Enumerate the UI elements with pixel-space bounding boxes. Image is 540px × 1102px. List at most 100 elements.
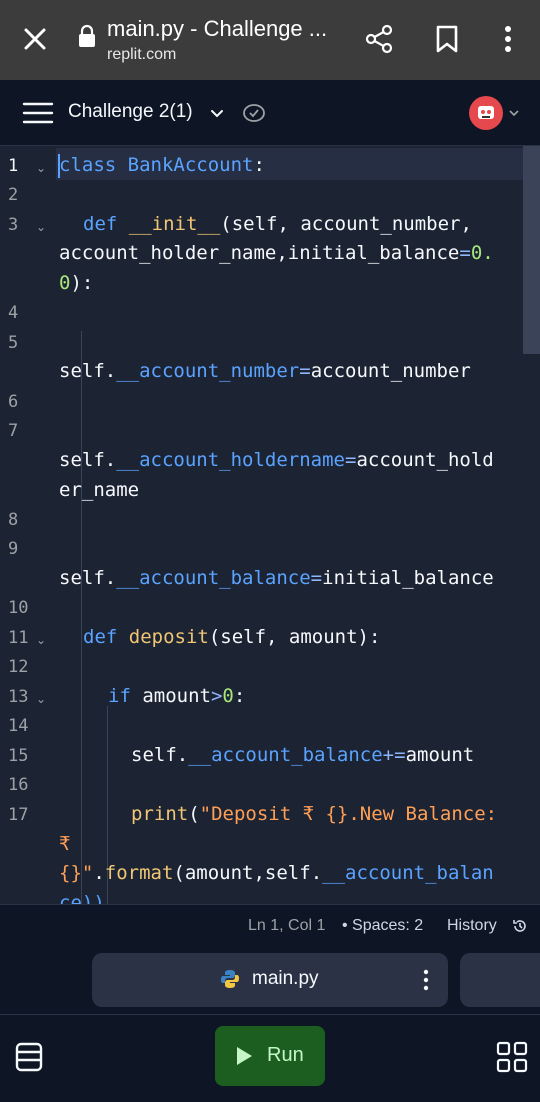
file-tab-next[interactable] xyxy=(460,953,540,1007)
code-token: __account_balan xyxy=(322,862,494,884)
line-number: 15 xyxy=(8,746,29,766)
avatar-face-icon xyxy=(478,106,494,119)
indent-spaces-setting[interactable]: • Spaces: 2 xyxy=(342,917,423,935)
file-tab-label: main.py xyxy=(252,968,319,989)
run-button[interactable]: Run xyxy=(215,1026,325,1086)
tab-more-icon[interactable] xyxy=(416,967,436,993)
code-token: print xyxy=(131,803,189,825)
code-line: def __init__(self, account_number, xyxy=(83,213,472,235)
hamburger-menu-icon[interactable] xyxy=(22,100,54,126)
code-token: 0. xyxy=(470,242,494,264)
code-line: 0): xyxy=(59,272,93,294)
browser-page-title[interactable]: main.py - Challenge ... xyxy=(107,16,327,42)
line-number: 17 xyxy=(8,805,29,825)
code-token: : xyxy=(233,685,246,707)
line-number: 14 xyxy=(8,716,29,736)
line-number: 12 xyxy=(8,657,29,677)
editor-scrollbar[interactable] xyxy=(523,146,540,354)
code-token: {}" xyxy=(59,862,94,884)
code-token: self. xyxy=(59,449,117,471)
bottom-toolbar: Run xyxy=(0,1014,540,1102)
close-icon[interactable] xyxy=(20,24,50,54)
code-token: __account_balance xyxy=(188,744,383,766)
code-token: ): xyxy=(70,272,94,294)
bookmark-icon[interactable] xyxy=(434,24,460,54)
share-icon[interactable] xyxy=(364,24,394,54)
verified-badge-icon[interactable] xyxy=(242,102,266,124)
code-token: def xyxy=(83,626,118,648)
code-token: __init__ xyxy=(117,213,221,235)
code-token: def xyxy=(83,213,118,235)
code-token: "Deposit ₹ {}.New Balance: xyxy=(199,803,498,825)
code-token: er_name xyxy=(59,479,140,501)
avatar-chevron-down-icon[interactable] xyxy=(507,106,521,120)
code-token: = xyxy=(344,449,357,471)
code-editor[interactable]: 1 2 3 4 5 6 7 8 9 10 11 12 13 14 15 16 1… xyxy=(0,146,540,904)
code-token: initial_balance xyxy=(322,567,494,589)
history-button[interactable]: History xyxy=(447,917,497,935)
cursor-position[interactable]: Ln 1, Col 1 xyxy=(248,917,325,935)
fold-chevron-icon[interactable]: ⌄ xyxy=(36,633,46,647)
code-token: amount xyxy=(130,685,211,707)
code-token: account_number xyxy=(310,360,471,382)
fold-chevron-icon[interactable]: ⌄ xyxy=(36,220,46,234)
code-line: def deposit(self, amount): xyxy=(83,626,380,648)
code-token: self. xyxy=(59,567,117,589)
line-number: 10 xyxy=(8,598,29,618)
code-token: BankAccount xyxy=(116,154,254,176)
code-token: > xyxy=(210,685,223,707)
workspace-header: Challenge 2(1) xyxy=(0,80,540,146)
apps-grid-icon[interactable] xyxy=(496,1041,528,1073)
line-number: 4 xyxy=(8,303,19,323)
code-token: (self, account_number, xyxy=(220,213,472,235)
lock-icon xyxy=(79,24,95,47)
line-number: 6 xyxy=(8,392,19,412)
code-token: 0 xyxy=(59,272,71,294)
fold-chevron-icon[interactable]: ⌄ xyxy=(36,161,46,175)
code-token: ₹ xyxy=(59,833,71,855)
code-token: account_hold xyxy=(356,449,494,471)
python-icon xyxy=(221,970,239,988)
code-token: ce)) xyxy=(59,892,105,904)
code-line: er_name xyxy=(59,479,139,501)
chevron-down-icon[interactable] xyxy=(208,104,226,122)
run-button-label: Run xyxy=(267,1044,304,1066)
code-token: : xyxy=(253,154,265,176)
project-name[interactable]: Challenge 2(1) xyxy=(68,101,193,123)
code-token: __account_holdername xyxy=(116,449,345,471)
code-token: = xyxy=(459,242,471,264)
code-line: if amount>0: xyxy=(108,685,245,707)
line-number: 5 xyxy=(8,333,19,353)
code-line: ₹ xyxy=(59,833,70,855)
code-line: self.__account_balance=initial_balance xyxy=(59,567,494,589)
code-line: self.__account_balance+=amount xyxy=(131,744,474,766)
code-token: 0 xyxy=(222,685,234,707)
code-token: __account_number xyxy=(116,360,300,382)
code-token: class xyxy=(59,154,117,176)
line-number: 2 xyxy=(8,185,19,205)
user-avatar[interactable] xyxy=(469,96,503,130)
code-token: += xyxy=(382,744,406,766)
line-number: 16 xyxy=(8,775,29,795)
file-tab-main-py[interactable]: main.py xyxy=(92,953,448,1007)
play-icon xyxy=(237,1047,252,1065)
line-number: 7 xyxy=(8,421,19,441)
code-line: account_holder_name,initial_balance=0. xyxy=(59,242,494,264)
history-icon[interactable] xyxy=(512,918,528,934)
browser-toolbar: main.py - Challenge ... replit.com xyxy=(0,0,540,80)
code-token: = xyxy=(299,360,311,382)
more-options-icon[interactable] xyxy=(496,24,520,54)
code-line: ce)) xyxy=(59,892,105,904)
file-tab-bar: main.py xyxy=(0,946,540,1014)
code-token: if xyxy=(108,685,131,707)
fold-chevron-icon[interactable]: ⌄ xyxy=(36,692,46,706)
tools-stack-icon[interactable] xyxy=(14,1041,44,1073)
code-token: = xyxy=(310,567,323,589)
code-token: __account_balance xyxy=(116,567,311,589)
indent-guide xyxy=(81,331,82,904)
browser-url[interactable]: replit.com xyxy=(107,46,176,64)
line-number: 9 xyxy=(8,539,19,559)
code-token: (self, amount): xyxy=(208,626,381,648)
code-line: class BankAccount: xyxy=(59,154,265,176)
code-token: . xyxy=(93,862,105,884)
